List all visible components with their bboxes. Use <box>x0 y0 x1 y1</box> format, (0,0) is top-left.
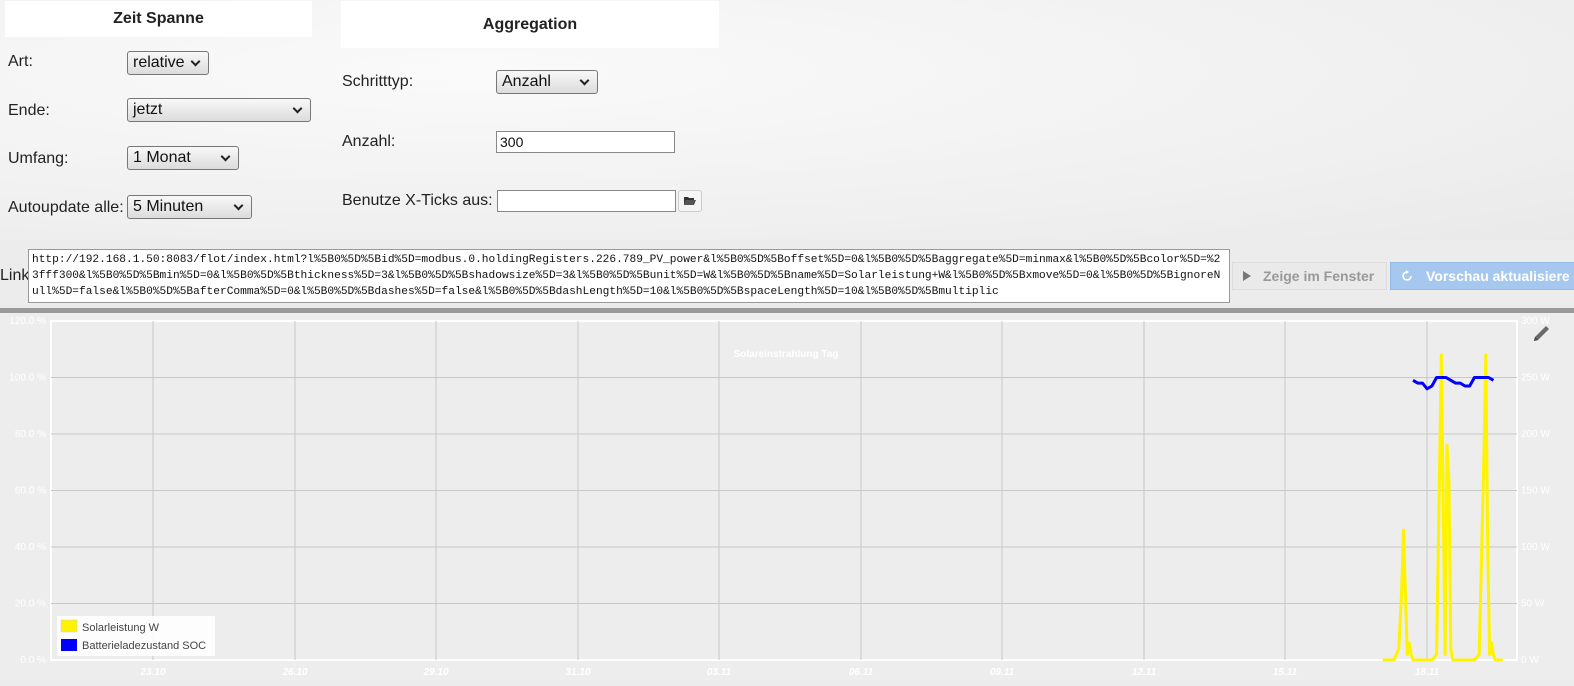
pencil-icon[interactable] <box>1534 326 1549 341</box>
chart-preview: 0.0 % 20.0 % 40.0 % 60.0 % 80.0 % 100.0 % 120.… <box>0 313 1574 681</box>
y-right-tick-label: 50 W <box>1521 599 1545 610</box>
aggregation-panel-title: Aggregation <box>341 1 719 48</box>
xticks-file-button[interactable] <box>678 190 702 212</box>
y-right-tick-label: 0 W <box>1521 655 1539 666</box>
art-label: Art: <box>8 53 33 70</box>
settings-area: Zeit Spanne Art: relative Ende: jetzt Um… <box>0 0 1574 240</box>
legend-swatch-solar <box>60 619 78 633</box>
x-tick-label: 31.10 <box>565 667 590 678</box>
schritttyp-label: Schritttyp: <box>342 73 414 90</box>
link-label: Link <box>0 267 30 284</box>
x-tick-label: 09.11 <box>990 667 1015 678</box>
y-right-tick-label: 300 W <box>1521 316 1550 327</box>
art-select[interactable]: relative <box>127 51 209 75</box>
refresh-preview-button[interactable]: Vorschau aktualisiere <box>1390 262 1574 290</box>
link-url-textarea[interactable]: http://192.168.1.50:8083/flot/index.html… <box>28 249 1230 303</box>
chart-title: Solareinstrahlung Tag <box>734 349 839 360</box>
time-panel-title: Zeit Spanne <box>5 1 312 37</box>
chart-svg: 0.0 % 20.0 % 40.0 % 60.0 % 80.0 % 100.0 % 120.… <box>9 316 1550 678</box>
folder-open-icon <box>684 197 696 205</box>
link-row: Link http://192.168.1.50:8083/flot/index… <box>0 240 1574 308</box>
refresh-icon <box>1402 270 1412 281</box>
ende-select-value: jetzt <box>133 101 163 118</box>
x-tick-label: 23.10 <box>139 667 165 678</box>
y-left-tick-label: 80.0 % <box>15 429 46 440</box>
autoupdate-select-value: 5 Minuten <box>133 198 204 215</box>
y-left-tick-label: 40.0 % <box>15 542 46 553</box>
ende-label: Ende: <box>8 102 50 119</box>
show-in-window-label: Zeige im Fenster <box>1263 268 1375 284</box>
umfang-select[interactable]: 1 Monat <box>127 146 239 170</box>
y-left-tick-label: 0.0 % <box>20 655 46 666</box>
autoupdate-select[interactable]: 5 Minuten <box>127 195 252 219</box>
y-left-tick-label: 120.0 % <box>9 316 46 327</box>
x-tick-label: 12.11 <box>1132 667 1157 678</box>
xticks-label: Benutze X-Ticks aus: <box>342 192 493 209</box>
anzahl-label: Anzahl: <box>342 133 396 150</box>
y-right-tick-label: 150 W <box>1521 486 1550 497</box>
umfang-label: Umfang: <box>8 150 69 167</box>
x-tick-label: 15.11 <box>1273 667 1298 678</box>
y-left-tick-label: 20.0 % <box>15 599 46 610</box>
legend-label-solar: Solarleistung W <box>82 622 160 634</box>
x-tick-label: 03.11 <box>707 667 732 678</box>
x-tick-label: 06.11 <box>849 667 874 678</box>
y-right-tick-label: 200 W <box>1521 429 1550 440</box>
ende-select[interactable]: jetzt <box>127 98 311 122</box>
umfang-select-value: 1 Monat <box>133 149 191 166</box>
x-tick-label: 26.10 <box>281 667 307 678</box>
autoupdate-label: Autoupdate alle: <box>8 199 124 216</box>
show-in-window-button[interactable]: Zeige im Fenster <box>1232 262 1387 290</box>
refresh-preview-label: Vorschau aktualisiere <box>1426 268 1570 284</box>
legend-swatch-soc <box>61 639 77 651</box>
art-select-value: relative <box>133 54 185 71</box>
x-tick-label: 18.11 <box>1415 667 1440 678</box>
legend-label-soc: Batterieladezustand SOC <box>82 640 206 652</box>
chart-legend: Solarleistung W Batterieladezustand SOC <box>57 616 215 656</box>
y-right-tick-label: 100 W <box>1521 542 1550 553</box>
y-right-tick-label: 250 W <box>1521 373 1550 384</box>
y-left-tick-label: 60.0 % <box>15 486 46 497</box>
y-left-tick-label: 100.0 % <box>9 373 46 384</box>
x-tick-label: 29.10 <box>422 667 448 678</box>
anzahl-input[interactable]: 300 <box>496 131 675 153</box>
schritttyp-select[interactable]: Anzahl <box>496 70 598 94</box>
schritttyp-select-value: Anzahl <box>502 73 551 90</box>
play-triangle-icon <box>1243 271 1251 281</box>
xticks-input[interactable] <box>497 190 676 212</box>
